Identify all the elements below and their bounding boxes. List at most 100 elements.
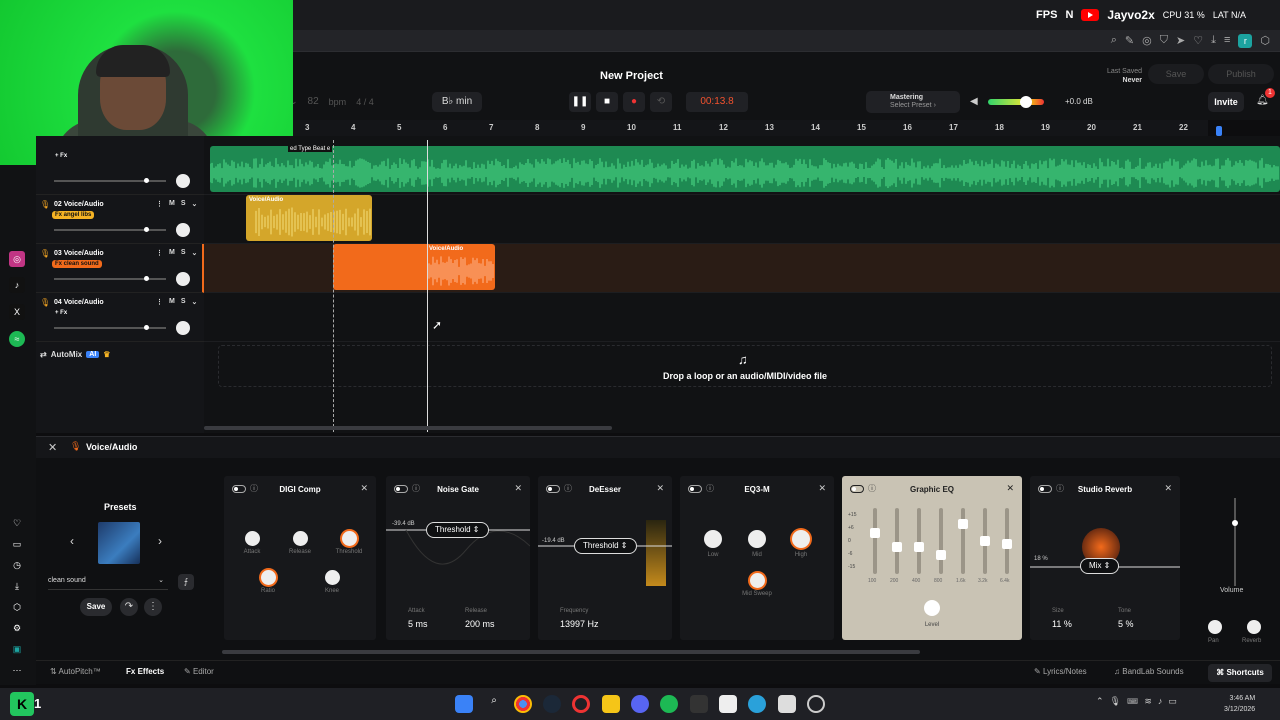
steam-icon[interactable] — [543, 695, 561, 713]
spotify-icon[interactable] — [660, 695, 678, 713]
tiktok-icon[interactable]: ♪ — [9, 277, 25, 293]
mute-button[interactable]: M — [169, 249, 175, 257]
pan-knob[interactable] — [176, 321, 190, 335]
chat-icon[interactable]: ▭ — [9, 536, 25, 552]
solo-button[interactable]: S — [181, 298, 186, 306]
reverb-knob[interactable] — [1247, 620, 1261, 634]
windows-start-icon[interactable] — [455, 695, 473, 713]
bpm-value[interactable]: 82 — [308, 96, 319, 107]
low-knob[interactable] — [704, 530, 722, 548]
eq-band-handle[interactable] — [958, 519, 968, 530]
eq-band-slider[interactable] — [939, 508, 943, 574]
level-knob[interactable] — [924, 600, 940, 616]
project-title[interactable]: New Project — [600, 70, 663, 82]
cube-icon[interactable]: ⬡ — [1260, 34, 1270, 48]
close-icon[interactable]: ✕ — [1006, 483, 1014, 494]
tab-lyrics[interactable]: ✎ Lyrics/Notes — [1034, 667, 1087, 676]
system-clock[interactable]: 3:46 AM 3/12/2026 — [1224, 693, 1255, 715]
more-icon[interactable]: ⋮ — [156, 249, 163, 257]
preset-select[interactable]: clean sound ⌄ — [48, 574, 168, 590]
key-button[interactable]: B♭ min — [432, 92, 482, 112]
threshold-knob[interactable] — [342, 531, 357, 546]
lane-4[interactable] — [204, 293, 1280, 342]
chevron-right-icon[interactable]: › — [158, 534, 162, 548]
download-icon[interactable]: ⤓ — [9, 578, 25, 594]
shortcuts-button[interactable]: ⌘ Shortcuts — [1208, 664, 1272, 682]
chevron-down-icon[interactable]: ⌄ — [192, 298, 198, 306]
fx-icon[interactable]: ⨍ — [178, 574, 194, 590]
high-knob[interactable] — [792, 530, 810, 548]
menu-icon[interactable]: ≡ — [1224, 34, 1230, 48]
voice-clip-2[interactable]: Voice/Audio — [246, 195, 372, 241]
attack-value[interactable]: 5 ms — [408, 619, 428, 629]
eq-band-slider[interactable] — [961, 508, 965, 574]
volume-fader-handle[interactable] — [1232, 520, 1238, 526]
speaker-icon[interactable]: ◀︎ — [970, 96, 978, 107]
invite-button[interactable]: Invite — [1208, 92, 1244, 112]
track-name[interactable]: 04 Voice/Audio — [54, 299, 104, 306]
folder-icon[interactable] — [602, 695, 620, 713]
fx-chip[interactable]: Fx angel libs — [52, 211, 95, 219]
shield-icon[interactable]: ⛉ — [1160, 34, 1168, 48]
mid-knob[interactable] — [748, 530, 766, 548]
track-header[interactable]: 🎙︎ 03 Voice/Audio ⋮ M S ⌄ Fx clean sound — [36, 244, 204, 293]
automix-row[interactable]: ⇄ AutoMix AI ♛ — [40, 350, 110, 359]
eq-band-handle[interactable] — [892, 541, 902, 552]
tab-editor[interactable]: ✎ Editor — [184, 667, 214, 676]
eq-band-handle[interactable] — [980, 536, 990, 546]
release-knob[interactable] — [293, 531, 308, 546]
tab-autopitch[interactable]: ⇅ AutoPitch™ — [50, 667, 101, 676]
ratio-knob[interactable] — [261, 570, 276, 585]
chevron-left-icon[interactable]: ‹ — [70, 534, 74, 548]
capcut-icon[interactable] — [778, 695, 796, 713]
heart-icon[interactable]: ♡ — [1193, 34, 1203, 48]
edit-icon[interactable]: ✎ — [1125, 34, 1134, 48]
more-icon[interactable]: ⋮ — [144, 598, 162, 616]
track-name[interactable]: 03 Voice/Audio — [54, 250, 104, 257]
tab-bandlab-sounds[interactable]: ♫ BandLab Sounds — [1114, 667, 1184, 676]
lane-1[interactable]: ed Type Beat e — [204, 146, 1280, 195]
save-button[interactable]: Save — [1148, 64, 1204, 84]
threshold-pill[interactable]: Threshold ⇕ — [574, 538, 637, 554]
size-value[interactable]: 11 % — [1052, 619, 1072, 629]
close-icon[interactable]: ✕ — [656, 483, 664, 494]
track-header[interactable]: + Fx — [36, 146, 204, 195]
release-value[interactable]: 200 ms — [465, 619, 495, 629]
playhead[interactable] — [427, 140, 428, 432]
zoom-icon[interactable]: ⌕ — [1111, 34, 1117, 48]
stop-button[interactable]: ■ — [596, 92, 618, 112]
mid-sweep-knob[interactable] — [750, 573, 765, 588]
pan-knob[interactable] — [176, 223, 190, 237]
arrangement-scrollbar[interactable] — [204, 426, 612, 430]
discord-icon[interactable] — [631, 695, 649, 713]
close-icon[interactable]: ✕ — [1164, 483, 1172, 494]
solo-button[interactable]: S — [181, 200, 186, 208]
fx-chip[interactable]: + Fx — [52, 309, 70, 317]
instagram-icon[interactable]: ◎ — [9, 251, 25, 267]
opera-icon[interactable] — [572, 695, 590, 713]
track-volume-fader[interactable] — [54, 227, 166, 232]
settings-icon[interactable]: ⚙ — [9, 620, 25, 636]
fader-handle[interactable] — [144, 325, 149, 330]
snap-icon[interactable] — [1216, 126, 1222, 136]
pan-knob[interactable] — [1208, 620, 1222, 634]
chevron-down-icon[interactable]: ⌄ — [192, 249, 198, 257]
loop-marker[interactable] — [333, 140, 334, 432]
eq-band-handle[interactable] — [870, 527, 880, 538]
close-icon[interactable]: ✕ — [48, 441, 57, 454]
fx-chip[interactable]: Fx clean sound — [52, 260, 102, 268]
tone-value[interactable]: 5 % — [1118, 619, 1134, 629]
record-button[interactable]: ● — [623, 92, 645, 112]
track-header[interactable]: 🎙︎ 02 Voice/Audio ⋮ M S ⌄ Fx angel libs — [36, 195, 204, 244]
drop-zone[interactable]: ♫ Drop a loop or an audio/MIDI/video fil… — [218, 345, 1272, 387]
fx-chip[interactable]: + Fx — [52, 152, 70, 160]
history-icon[interactable]: ◷ — [9, 557, 25, 573]
search-icon[interactable]: ⌕ — [485, 695, 503, 713]
preset-thumbnail[interactable] — [98, 522, 140, 564]
timeline-ruler[interactable]: 3 4 5 6 7 8 9 10 11 12 13 14 15 16 17 18 19 20 21 22 — [293, 120, 1208, 136]
time-signature[interactable]: 4 / 4 — [356, 97, 374, 107]
more-icon[interactable]: ⋯ — [9, 662, 25, 678]
attack-knob[interactable] — [245, 531, 260, 546]
spotify-icon[interactable]: ≈ — [9, 331, 25, 347]
mute-button[interactable]: M — [169, 298, 175, 306]
